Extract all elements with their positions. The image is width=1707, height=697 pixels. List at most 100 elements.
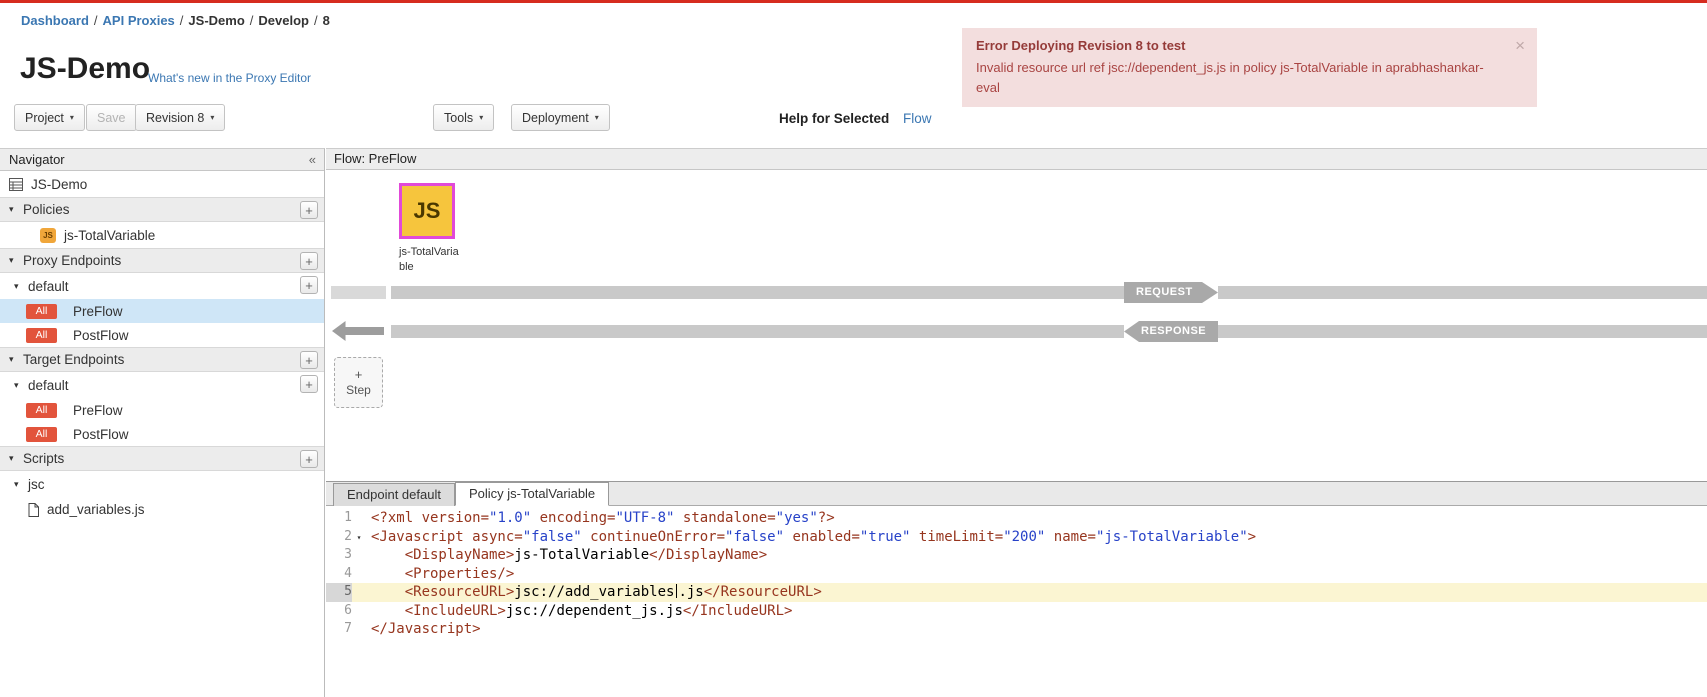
code-segment: <DisplayName> — [405, 547, 515, 563]
response-flow-bar — [1218, 325, 1707, 338]
code-editor[interactable]: 1 <?xml version="1.0" encoding="UTF-8" st… — [326, 506, 1707, 697]
sidebar-item-policy-js-totalvariable[interactable]: JS js-TotalVariable — [0, 222, 324, 248]
code-line[interactable]: 1 <?xml version="1.0" encoding="UTF-8" st… — [326, 509, 1707, 528]
project-button[interactable]: Project ▾ — [14, 104, 85, 131]
js-policy-icon: JS — [40, 228, 56, 243]
code-line[interactable]: 5 <ResourceURL>jsc://add_variables.js</R… — [326, 583, 1707, 602]
add-policy-button[interactable]: + — [300, 201, 318, 219]
code-line[interactable]: 7 </Javascript> — [326, 620, 1707, 639]
flow-label: PostFlow — [73, 328, 129, 343]
section-collapse-icon: ▾ — [9, 255, 23, 266]
sidebar-item-target-postflow[interactable]: All PostFlow — [0, 422, 324, 446]
line-number: 2 — [326, 528, 352, 547]
fold-arrow-icon[interactable]: ▾ — [352, 528, 366, 547]
add-proxy-flow-button[interactable]: + — [300, 276, 318, 294]
section-proxy-endpoints-label: Proxy Endpoints — [23, 253, 121, 268]
deployment-button[interactable]: Deployment ▾ — [511, 104, 610, 131]
code-segment: timeLimit= — [910, 529, 1003, 545]
error-title: Error Deploying Revision 8 to test — [976, 38, 1491, 53]
tools-button[interactable]: Tools ▾ — [433, 104, 494, 131]
fold-spacer — [352, 620, 366, 639]
flow-help-link[interactable]: Flow — [903, 111, 932, 126]
sidebar-item-proxy-preflow[interactable]: All PreFlow — [0, 299, 324, 323]
section-proxy-endpoints[interactable]: ▾ Proxy Endpoints + — [0, 248, 324, 273]
fold-spacer — [352, 583, 366, 602]
code-segment: "yes" — [776, 510, 818, 526]
add-proxy-endpoint-button[interactable]: + — [300, 252, 318, 270]
save-button-label: Save — [97, 111, 126, 125]
sidebar-item-proxy-root[interactable]: JS-Demo — [0, 171, 324, 197]
code-segment: "1.0" — [489, 510, 531, 526]
policy-node-js-totalvariable[interactable]: JS js-TotalVariable — [399, 183, 459, 275]
section-collapse-icon: ▾ — [9, 354, 23, 365]
sidebar-item-target-default[interactable]: ▾ default + — [0, 372, 324, 398]
code-segment: </Javascript> — [371, 621, 481, 637]
whats-new-link[interactable]: What's new in the Proxy Editor — [148, 71, 311, 85]
code-segment: "true" — [860, 529, 911, 545]
flow-label: PostFlow — [73, 427, 129, 442]
add-target-flow-button[interactable]: + — [300, 375, 318, 393]
request-flow-segment — [331, 286, 386, 299]
code-segment: <IncludeURL> — [405, 603, 506, 619]
fold-spacer — [352, 565, 366, 584]
request-flow-bar — [391, 286, 1124, 299]
section-policies[interactable]: ▾ Policies + — [0, 197, 324, 222]
request-flow-bar — [1218, 286, 1707, 299]
save-button[interactable]: Save — [86, 104, 137, 131]
sidebar-item-target-preflow[interactable]: All PreFlow — [0, 398, 324, 422]
close-icon[interactable]: × — [1515, 36, 1525, 56]
collapse-sidebar-icon[interactable]: « — [309, 149, 315, 170]
code-line[interactable]: 3 <DisplayName>js-TotalVariable</Display… — [326, 546, 1707, 565]
sidebar-item-add-variables-js[interactable]: add_variables.js — [0, 497, 324, 522]
response-banner: RESPONSE — [1124, 321, 1218, 342]
tab-policy-js-totalvariable[interactable]: Policy js-TotalVariable — [455, 482, 609, 506]
breadcrumb: Dashboard/API Proxies/JS-Demo/Develop/8 — [21, 13, 330, 28]
flow-label: PreFlow — [73, 304, 123, 319]
sidebar-item-proxy-default[interactable]: ▾ default + — [0, 273, 324, 299]
section-target-endpoints-label: Target Endpoints — [23, 352, 124, 367]
section-target-endpoints[interactable]: ▾ Target Endpoints + — [0, 347, 324, 372]
response-flow-bar — [391, 325, 1124, 338]
code-segment: standalone= — [674, 510, 775, 526]
code-line[interactable]: 6 <IncludeURL>jsc://dependent_js.js</Inc… — [326, 602, 1707, 621]
code-line-text: <Properties/> — [371, 565, 514, 584]
navigator-title: Navigator — [9, 152, 65, 167]
code-segment: jsc://dependent_js.js — [506, 603, 683, 619]
sidebar-item-jsc-folder[interactable]: ▾ jsc — [0, 471, 324, 497]
page-title: JS-Demo — [20, 52, 150, 86]
code-line[interactable]: 2▾ <Javascript async="false" continueOnEr… — [326, 528, 1707, 547]
breadcrumb-separator: / — [245, 13, 259, 28]
code-segment: <Properties/> — [405, 566, 515, 582]
add-script-button[interactable]: + — [300, 450, 318, 468]
section-policies-label: Policies — [23, 202, 70, 217]
flow-canvas[interactable]: JS js-TotalVariable REQUEST RESPONSE + S… — [326, 170, 1707, 481]
add-target-endpoint-button[interactable]: + — [300, 351, 318, 369]
revision-button[interactable]: Revision 8 ▾ — [135, 104, 225, 131]
main-content: Flow: PreFlow JS js-TotalVariable REQUES… — [326, 148, 1707, 697]
code-segment — [371, 566, 405, 582]
code-segment: ?> — [818, 510, 835, 526]
section-collapse-icon: ▾ — [9, 204, 23, 215]
breadcrumb-proxy-name: JS-Demo — [188, 13, 244, 28]
policy-node-label: js-TotalVariable — [399, 245, 459, 275]
sidebar-item-proxy-postflow[interactable]: All PostFlow — [0, 323, 324, 347]
tab-endpoint-default[interactable]: Endpoint default — [333, 483, 455, 506]
group-collapse-icon: ▾ — [14, 479, 28, 490]
caret-down-icon: ▾ — [70, 113, 74, 122]
code-line-text: <ResourceURL>jsc://add_variables.js</Res… — [371, 583, 822, 602]
all-badge: All — [26, 328, 57, 343]
code-segment: continueOnError= — [582, 529, 725, 545]
line-number: 1 — [326, 509, 352, 528]
add-step-button[interactable]: + Step — [334, 357, 383, 408]
breadcrumb-separator: / — [175, 13, 189, 28]
breadcrumb-revision: 8 — [323, 13, 330, 28]
code-line-text: <?xml version="1.0" encoding="UTF-8" sta… — [371, 509, 835, 528]
line-number: 7 — [326, 620, 352, 639]
code-segment: <?xml version= — [371, 510, 489, 526]
section-scripts[interactable]: ▾ Scripts + — [0, 446, 324, 471]
breadcrumb-dashboard[interactable]: Dashboard — [21, 13, 89, 28]
code-line[interactable]: 4 <Properties/> — [326, 565, 1707, 584]
breadcrumb-api-proxies[interactable]: API Proxies — [103, 13, 175, 28]
code-line-text: <Javascript async="false" continueOnErro… — [371, 528, 1256, 547]
code-segment: name= — [1045, 529, 1096, 545]
